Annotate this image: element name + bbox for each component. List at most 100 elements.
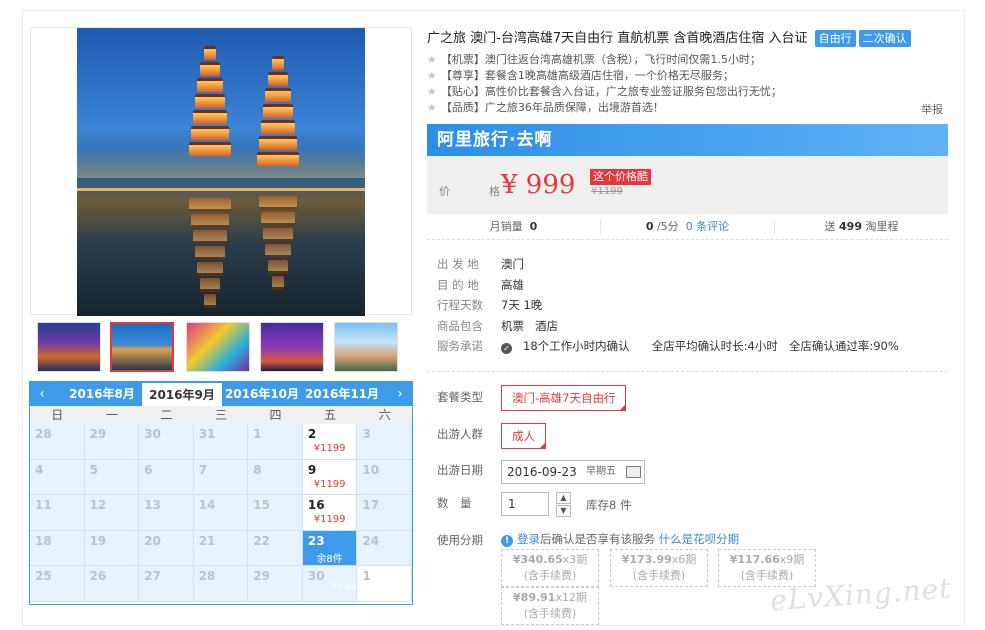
calendar-day: 28 bbox=[30, 424, 85, 460]
day-number: 17 bbox=[362, 498, 380, 512]
people-option[interactable]: 成人 bbox=[501, 423, 546, 449]
day-number: 7 bbox=[198, 462, 208, 477]
trip-info: 出 发 地澳门 目 的 地高雄 行程天数 7天 1晚 商品包含 机票 酒店 服务承诺 ✓… bbox=[437, 254, 910, 357]
calendar-day: 5 bbox=[84, 459, 140, 495]
calendar-day[interactable]: 23 余8件 bbox=[302, 530, 358, 566]
day-number: 20 bbox=[144, 533, 161, 548]
info-row-promise: 服务承诺 ✓ 18个工作小时内确认 全店平均确认时长:4小时 全店确认通过率:90% bbox=[437, 339, 899, 354]
day-number: 14 bbox=[198, 498, 216, 512]
calendar-day: 1 bbox=[357, 566, 412, 602]
price-box: 阿里旅行·去啊 价 格 ¥ 999 这个价格酷 ¥1199 bbox=[427, 124, 948, 214]
info-row-from: 出 发 地澳门 bbox=[437, 257, 524, 271]
calendar-day: 12 bbox=[84, 495, 140, 531]
departure-calendar: ‹ 2016年8月 2016年9月 2016年10月 2016年11月 › 日 … bbox=[29, 381, 413, 605]
day-number: 26 bbox=[89, 569, 107, 583]
calendar-day[interactable]: 16 ¥1199 bbox=[302, 495, 358, 531]
perk-text: 【机票】澳门往返台湾高雄机票（含税），飞行时间仅需1.5小时； bbox=[440, 53, 761, 66]
month-tab-nov[interactable]: 2016年11月 bbox=[302, 382, 382, 406]
day-number: 11 bbox=[35, 498, 52, 512]
month-tab-oct[interactable]: 2016年10月 bbox=[222, 382, 302, 406]
huabei-help-link[interactable]: 什么是花呗分期 bbox=[659, 532, 740, 546]
package-option[interactable]: 澳门-高雄7天自由行 bbox=[501, 385, 627, 411]
installment-option-12[interactable]: ¥89.91x12期 (含手续费) bbox=[501, 587, 599, 625]
qty-decrease-icon[interactable]: ▼ bbox=[556, 505, 571, 517]
check-icon: ✓ bbox=[501, 343, 512, 354]
thumbnail-strip bbox=[30, 320, 412, 374]
next-month-icon[interactable]: › bbox=[388, 382, 412, 406]
installment-option-6[interactable]: ¥173.99x6期 (含手续费) bbox=[610, 549, 708, 587]
day-number: 30 bbox=[307, 569, 325, 583]
calendar-day: 29 bbox=[248, 566, 303, 602]
calendar-day: 25 bbox=[30, 566, 85, 602]
day-number: 28 bbox=[35, 427, 52, 441]
weekday-label: 二 bbox=[160, 408, 173, 422]
perk-item: ★ 【尊享】套餐含1晚高雄高级酒店住宿，一个价格无尽服务； bbox=[427, 68, 947, 84]
points: 送 499 淘里程 bbox=[824, 219, 899, 233]
day-number: 27 bbox=[144, 569, 161, 583]
day-number: 29 bbox=[253, 569, 270, 583]
info-icon: ! bbox=[501, 535, 513, 547]
rating: 0 /5分 0 条评论 bbox=[601, 219, 775, 234]
star-icon: ★ bbox=[427, 85, 437, 98]
calendar-day: 15 bbox=[248, 495, 303, 531]
alitrip-banner: 阿里旅行·去啊 bbox=[427, 124, 948, 156]
login-link[interactable]: 登录 bbox=[517, 532, 540, 546]
day-number: 31 bbox=[198, 427, 216, 441]
thumbnail-4[interactable] bbox=[260, 322, 324, 372]
day-number: 30 bbox=[144, 427, 161, 441]
calendar-day: 27 bbox=[139, 566, 194, 602]
thumbnail-1[interactable] bbox=[37, 322, 101, 372]
perk-item: ★ 【贴心】高性价比套餐含入台证，广之旅专业签证服务包您出行无忧； bbox=[427, 84, 947, 100]
calendar-day[interactable]: 9 ¥1199 bbox=[302, 459, 358, 495]
thumbnail-3[interactable] bbox=[186, 322, 250, 372]
tag-reconfirm: 二次确认 bbox=[858, 30, 911, 47]
star-icon: ★ bbox=[427, 101, 437, 114]
calendar-day[interactable]: 2 ¥1199 bbox=[302, 424, 358, 460]
reviews-link[interactable]: 0 条评论 bbox=[686, 220, 730, 233]
calendar-day: 10 bbox=[357, 459, 412, 495]
people-label: 出游人群 bbox=[437, 427, 483, 441]
calendar-day: 11 bbox=[30, 495, 85, 531]
report-link[interactable]: 举报 bbox=[921, 101, 943, 117]
day-number: 6 bbox=[144, 462, 153, 477]
date-hint: 早期五 bbox=[586, 466, 616, 477]
stats-bar: 月销量 0 0 /5分 0 条评论 送 499 淘里程 bbox=[427, 214, 948, 240]
day-number: 10 bbox=[362, 462, 380, 477]
day-price: ¥1199 bbox=[313, 443, 346, 454]
day-number: 9 bbox=[307, 462, 317, 477]
calendar-day: 31 bbox=[193, 424, 249, 460]
current-price: ¥ 999 bbox=[501, 170, 576, 200]
thumbnail-5[interactable] bbox=[334, 322, 398, 372]
quantity-input[interactable]: 1 bbox=[501, 492, 549, 516]
calendar-day: 29 bbox=[84, 424, 140, 460]
date-field[interactable]: 2016-09-23 早期五 bbox=[501, 460, 645, 484]
calendar-icon[interactable] bbox=[626, 466, 641, 478]
pagoda-photo bbox=[77, 28, 365, 316]
thumbnail-2[interactable] bbox=[110, 322, 174, 372]
month-tab-sep[interactable]: 2016年9月 bbox=[142, 383, 222, 406]
installment-option-3[interactable]: ¥340.65x3期 (含手续费) bbox=[501, 549, 599, 587]
original-price: ¥1199 bbox=[591, 186, 623, 197]
calendar-day: 28 bbox=[193, 566, 249, 602]
day-price: ¥999 bbox=[330, 582, 357, 593]
day-number: 13 bbox=[144, 498, 161, 512]
calendar-day: 3 bbox=[357, 424, 412, 460]
product-title-text: 广之旅 澳门-台湾高雄7天自由行 直航机票 含首晚酒店住宿 入台证 bbox=[427, 31, 808, 46]
calendar-day: 30 bbox=[139, 424, 194, 460]
main-product-image[interactable] bbox=[30, 27, 412, 316]
weekday-label: 一 bbox=[105, 408, 118, 422]
weekday-label: 四 bbox=[269, 408, 282, 422]
day-number: 22 bbox=[253, 533, 270, 548]
calendar-header: ‹ 2016年8月 2016年9月 2016年10月 2016年11月 › bbox=[30, 382, 412, 406]
day-number: 4 bbox=[35, 462, 44, 477]
day-price: 余8件 bbox=[316, 553, 343, 565]
prev-month-icon[interactable]: ‹ bbox=[30, 382, 54, 406]
calendar-day: 4 bbox=[30, 459, 85, 495]
month-tab-aug[interactable]: 2016年8月 bbox=[62, 382, 142, 406]
perk-list: ★ 【机票】澳门往返台湾高雄机票（含税），飞行时间仅需1.5小时； ★ 【尊享】套餐… bbox=[427, 52, 947, 116]
product-title: 广之旅 澳门-台湾高雄7天自由行 直航机票 含首晚酒店住宿 入台证 自由行 二次确… bbox=[427, 27, 911, 47]
installment-label: 使用分期 bbox=[437, 533, 483, 547]
monthly-sales: 月销量 0 bbox=[427, 219, 601, 234]
qty-increase-icon[interactable]: ▲ bbox=[556, 492, 571, 504]
day-price: ¥1199 bbox=[313, 478, 346, 490]
